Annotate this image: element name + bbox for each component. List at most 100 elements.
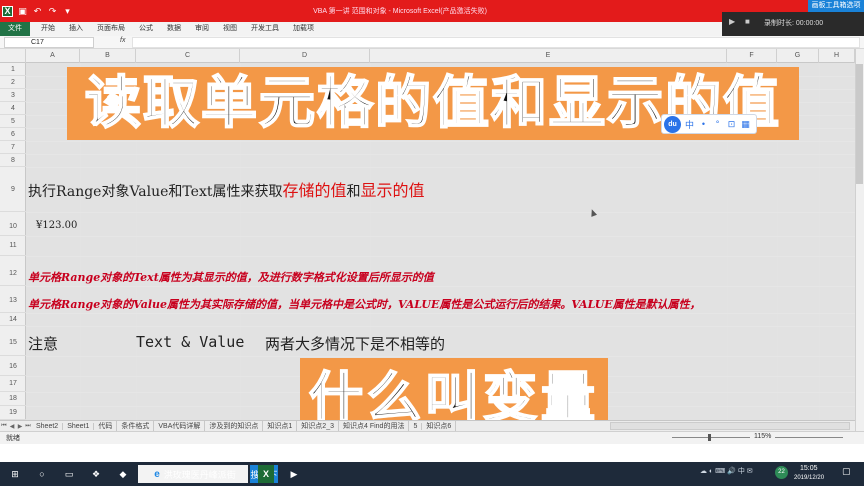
row-header-16[interactable]: 16 (0, 356, 26, 376)
ime-punctuation-icon[interactable]: • (698, 119, 709, 129)
select-all-corner[interactable] (0, 49, 26, 63)
sheet-tab[interactable]: 涉及到的知识点 (205, 421, 264, 431)
app-icon[interactable]: ◆ (114, 465, 132, 483)
row-header-9[interactable]: 9 (0, 167, 26, 212)
row-header-15[interactable]: 15 (0, 326, 26, 356)
row-header-12[interactable]: 12 (0, 256, 26, 286)
row-header-10[interactable]: 10 (0, 212, 26, 236)
grid-line (26, 256, 855, 257)
grid-line (26, 236, 855, 237)
column-header-b[interactable]: B (80, 49, 136, 63)
sheet-tab[interactable]: 代码 (94, 421, 118, 431)
tab-file[interactable]: 文件 (0, 22, 30, 36)
ime-menu-grid-icon[interactable]: ▦ (740, 119, 751, 130)
row-header-18[interactable]: 18 (0, 392, 26, 406)
tab-home[interactable]: 开始 (34, 22, 62, 36)
notification-icon[interactable]: ▢ (842, 466, 851, 477)
excel-logo-icon: X (2, 5, 13, 17)
clock-time[interactable]: 15:05 (800, 465, 818, 472)
horizontal-scrollbar[interactable] (610, 422, 850, 430)
column-header-c[interactable]: C (136, 49, 240, 63)
row-header-14[interactable]: 14 (0, 313, 26, 326)
sheet-tab[interactable]: 知识点1 (263, 421, 298, 431)
tab-formulas[interactable]: 公式 (132, 22, 160, 36)
tab-page-layout[interactable]: 页面布局 (90, 22, 132, 36)
row-header-7[interactable]: 7 (0, 141, 26, 154)
variable-banner: 什么叫变量 (300, 358, 608, 420)
first-sheet-icon[interactable]: ⏮ (0, 423, 8, 430)
ribbon-tabs: 文件 开始 插入 页面布局 公式 数据 审阅 视图 开发工具 加载项 (0, 22, 722, 36)
function-icon[interactable]: fx (120, 37, 125, 44)
sheet-tab[interactable]: 条件格式 (117, 421, 155, 431)
zoom-level[interactable]: 115% (754, 433, 771, 440)
row15-code: Text & Value (136, 333, 245, 351)
customize-toolbar-icon[interactable]: ▾ (62, 6, 73, 17)
view-switch-handle[interactable] (708, 434, 711, 441)
column-header-a[interactable]: A (26, 49, 80, 63)
row-header-17[interactable]: 17 (0, 376, 26, 392)
sheet-tab[interactable]: 知识点4 Find的用法 (339, 421, 410, 431)
play-icon[interactable]: ▶ (729, 17, 735, 26)
column-header-d[interactable]: D (240, 49, 370, 63)
ime-fullwidth-icon[interactable]: ° (712, 119, 723, 129)
row9-part2: 和 (346, 184, 361, 200)
search-icon[interactable]: ○ (33, 465, 51, 483)
sheet-tab[interactable]: VBA代码详解 (154, 421, 206, 431)
row-header-3[interactable]: 3 (0, 89, 26, 102)
row-header-2[interactable]: 2 (0, 76, 26, 89)
camera-icon[interactable]: ▶ (285, 465, 303, 483)
tray-badge[interactable]: 22 (775, 466, 788, 479)
cell-a10-value[interactable]: ¥123.00 (36, 220, 77, 231)
sheet-tab[interactable]: 5 (409, 422, 423, 430)
save-icon[interactable]: ▣ (17, 6, 28, 17)
stop-icon[interactable]: ■ (745, 17, 750, 26)
recorder-toolbox-button[interactable]: 画板工具箱选项 (808, 0, 864, 12)
formula-input[interactable] (132, 37, 860, 48)
taskbar-ie-window[interactable]: e 洪玫瑰医丹峰派街 (138, 465, 248, 483)
row-header-8[interactable]: 8 (0, 154, 26, 167)
prev-sheet-icon[interactable]: ◀ (8, 423, 16, 430)
column-header-e[interactable]: E (370, 49, 727, 63)
zoom-slider[interactable] (775, 437, 843, 438)
column-header-h[interactable]: H (819, 49, 855, 63)
undo-icon[interactable]: ↶ (32, 6, 43, 17)
sheet-tab[interactable]: Sheet2 (32, 422, 64, 430)
row-header-1[interactable]: 1 (0, 63, 26, 76)
column-header-g[interactable]: G (777, 49, 819, 63)
row-header-5[interactable]: 5 (0, 115, 26, 128)
system-tray-icons[interactable]: ☁ ◐ ⌨ 🔊 中 ✉ (700, 466, 753, 476)
next-sheet-icon[interactable]: ▶ (16, 423, 24, 430)
redo-icon[interactable]: ↷ (47, 6, 58, 17)
row-header-4[interactable]: 4 (0, 102, 26, 115)
sheet-tab[interactable]: Sheet1 (63, 422, 95, 430)
ime-toolbar[interactable]: du 中 • ° ⊡ ▦ (661, 114, 757, 134)
row-header-11[interactable]: 11 (0, 236, 26, 256)
sheet-tab[interactable]: 知识点2_3 (297, 421, 339, 431)
column-header-f[interactable]: F (727, 49, 777, 63)
windows-start-icon[interactable]: ⊞ (6, 465, 24, 483)
ime-skin-icon[interactable]: ⊡ (726, 119, 737, 130)
excel-taskbar-icon[interactable]: X (258, 465, 274, 483)
tab-addins[interactable]: 加载项 (286, 22, 321, 36)
name-box[interactable]: C17 (4, 37, 94, 48)
tab-view[interactable]: 视图 (216, 22, 244, 36)
baidu-ime-logo-icon[interactable]: du (664, 115, 681, 133)
sheet-tab-active[interactable]: 知识点6 (422, 421, 457, 431)
ime-chinese-mode[interactable]: 中 (684, 118, 695, 131)
grid-line (26, 154, 855, 155)
task-view-icon[interactable]: ▭ (60, 465, 78, 483)
tab-developer[interactable]: 开发工具 (244, 22, 286, 36)
clock-date[interactable]: 2019/12/20 (794, 475, 824, 481)
vertical-scroll-thumb[interactable] (856, 64, 863, 184)
last-sheet-icon[interactable]: ⏭ (24, 423, 32, 430)
tab-review[interactable]: 审阅 (188, 22, 216, 36)
row12-text-property-note: 单元格Range对象的Text属性为其显示的值，及进行数字格式化设置后所显示的值 (28, 271, 434, 284)
tab-insert[interactable]: 插入 (62, 22, 90, 36)
row-header-6[interactable]: 6 (0, 128, 26, 141)
row-header-19[interactable]: 19 (0, 406, 26, 420)
tab-data[interactable]: 数据 (160, 22, 188, 36)
status-ready: 就绪 (6, 435, 20, 442)
row9-part1: 执行Range对象Value和Text属性来获取 (28, 184, 283, 200)
row-header-13[interactable]: 13 (0, 286, 26, 313)
app-icon[interactable]: ❖ (87, 465, 105, 483)
